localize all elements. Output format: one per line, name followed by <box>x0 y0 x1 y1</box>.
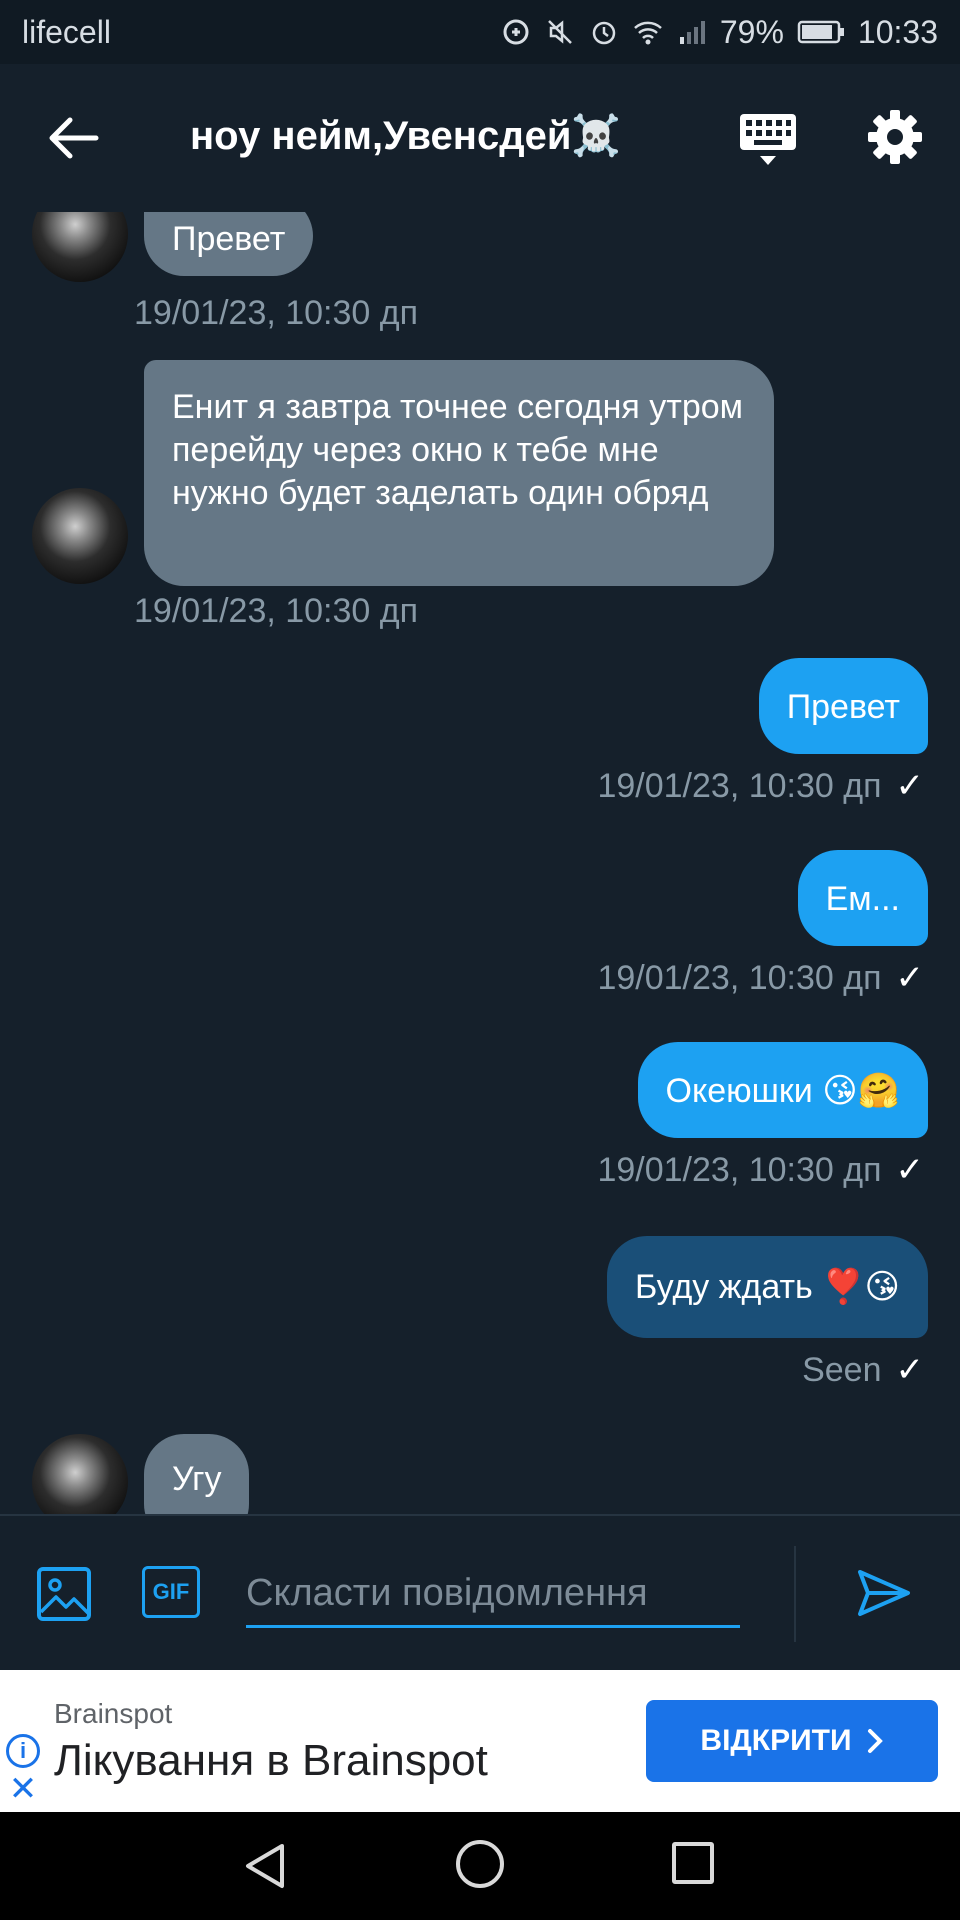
message-text: Океюшки 😘🤗 <box>665 1072 900 1110</box>
message-bubble-incoming[interactable]: Угу <box>144 1434 250 1514</box>
message-bubble-outgoing[interactable]: Буду ждать ❣️😘 <box>607 1236 928 1338</box>
check-icon: ✓ <box>895 1151 925 1189</box>
battery-percent: 79% <box>719 13 784 50</box>
avatar[interactable] <box>32 212 128 282</box>
seen-label: Seen <box>802 1351 882 1389</box>
image-icon <box>37 1567 91 1621</box>
clock: 10:33 <box>857 13 938 50</box>
message-input[interactable] <box>246 1556 740 1628</box>
gif-label: GIF <box>152 1579 190 1604</box>
keyboard-button[interactable] <box>738 110 800 170</box>
gif-button[interactable]: GIF <box>142 1566 200 1618</box>
message-text: Превет <box>172 220 286 258</box>
message-status: Seen ✓ <box>802 1350 924 1390</box>
carrier-name: lifecell <box>22 13 111 50</box>
message-bubble-incoming[interactable]: Превет <box>144 212 314 276</box>
nav-home-icon[interactable] <box>456 1840 504 1888</box>
ad-source: Brainspot <box>54 1698 173 1729</box>
send-button[interactable] <box>856 1568 912 1624</box>
back-button[interactable] <box>40 110 108 166</box>
mute-icon <box>544 16 576 48</box>
message-text: Буду ждать ❣️😘 <box>635 1268 900 1306</box>
ad-banner[interactable]: i ✕ Brainspot Лікування в Brainspot ВІДК… <box>0 1670 960 1812</box>
message-list[interactable]: Превет 19/01/23, 10:30 дп Енит я завтра … <box>0 212 960 1514</box>
nav-back-icon[interactable] <box>240 1840 292 1892</box>
ad-close-icon[interactable]: ✕ <box>8 1772 38 1806</box>
check-icon: ✓ <box>895 1351 925 1389</box>
timestamp-text: 19/01/23, 10:30 дп <box>597 767 882 805</box>
alarm-icon <box>588 16 620 48</box>
message-timestamp: 19/01/23, 10:30 дп ✓ <box>597 958 924 998</box>
ad-open-button[interactable]: ВІДКРИТИ <box>646 1700 938 1782</box>
ad-info-icon[interactable]: i <box>6 1734 40 1768</box>
check-icon: ✓ <box>895 767 925 805</box>
avatar[interactable] <box>32 488 128 584</box>
message-text: Угу <box>172 1460 222 1498</box>
keyboard-icon <box>740 114 796 165</box>
status-bar: lifecell 79% 10:33 <box>0 0 960 64</box>
message-timestamp: 19/01/23, 10:30 дп <box>134 592 419 630</box>
message-bubble-outgoing[interactable]: Океюшки 😘🤗 <box>637 1042 928 1138</box>
settings-button[interactable] <box>866 108 926 168</box>
system-nav-bar <box>0 1812 960 1920</box>
ad-button-label: ВІДКРИТИ <box>700 1724 852 1757</box>
message-bubble-outgoing[interactable]: Ем... <box>797 850 928 946</box>
message-text: Превет <box>786 688 900 726</box>
gear-icon <box>868 110 922 164</box>
message-timestamp: 19/01/23, 10:30 дп <box>134 294 419 332</box>
battery-icon <box>796 16 846 48</box>
wifi-icon <box>632 16 664 48</box>
divider <box>794 1546 796 1642</box>
message-text: Ем... <box>825 880 900 918</box>
check-icon: ✓ <box>895 959 925 997</box>
timestamp-text: 19/01/23, 10:30 дп <box>597 959 882 997</box>
message-composer: GIF <box>0 1514 960 1670</box>
chevron-right-icon <box>867 1729 883 1753</box>
send-icon <box>858 1570 910 1616</box>
message-bubble-incoming[interactable]: Енит я завтра точнее сегодня утром перей… <box>144 360 774 586</box>
arrow-left-icon <box>49 117 99 159</box>
nav-recents-icon[interactable] <box>672 1842 714 1884</box>
message-text: Енит я завтра точнее сегодня утром перей… <box>172 388 744 512</box>
message-bubble-outgoing[interactable]: Превет <box>758 658 928 754</box>
signal-icon <box>676 16 708 48</box>
message-timestamp: 19/01/23, 10:30 дп ✓ <box>597 1150 924 1190</box>
attach-image-button[interactable] <box>36 1566 92 1622</box>
message-timestamp: 19/01/23, 10:30 дп ✓ <box>597 766 924 806</box>
ad-title[interactable]: Лікування в Brainspot <box>54 1736 488 1786</box>
avatar[interactable] <box>32 1434 128 1514</box>
data-saver-icon <box>500 16 532 48</box>
conversation-title: ноу нейм,Увенсдей☠️ <box>190 114 622 158</box>
chat-header: ноу нейм,Увенсдей☠️ <box>0 64 960 212</box>
timestamp-text: 19/01/23, 10:30 дп <box>597 1151 882 1189</box>
status-icons: 79% 10:33 <box>500 14 938 51</box>
